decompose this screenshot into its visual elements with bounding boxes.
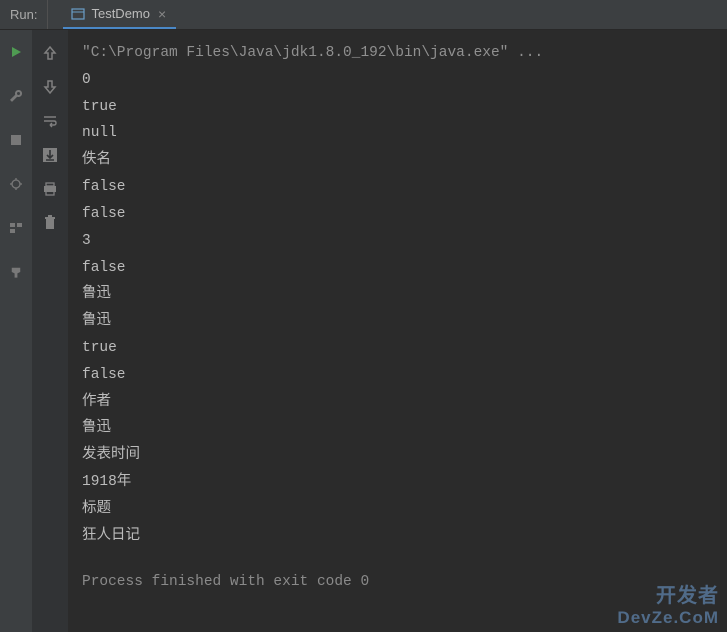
console-line: false <box>82 255 713 282</box>
layout-icon[interactable] <box>6 218 26 238</box>
console-line: 鲁迅 <box>82 281 713 308</box>
left-gutter-toolbar <box>0 30 32 632</box>
console-line: false <box>82 174 713 201</box>
console-line: true <box>82 94 713 121</box>
console-line: 狂人日记 <box>82 523 713 550</box>
bug-icon[interactable] <box>6 174 26 194</box>
console-line: 发表时间 <box>82 442 713 469</box>
tab-label: TestDemo <box>91 6 150 21</box>
console-line: false <box>82 362 713 389</box>
console-output[interactable]: "C:\Program Files\Java\jdk1.8.0_192\bin\… <box>68 30 727 632</box>
console-line: 作者 <box>82 389 713 416</box>
console-line: 鲁迅 <box>82 308 713 335</box>
console-exit-message: Process finished with exit code 0 <box>82 569 713 596</box>
application-icon <box>71 7 85 21</box>
run-label: Run: <box>0 0 48 29</box>
console-line: 鲁迅 <box>82 415 713 442</box>
console-line: 0 <box>82 67 713 94</box>
scroll-to-end-icon[interactable] <box>39 144 61 166</box>
trash-icon[interactable] <box>39 212 61 234</box>
up-arrow-icon[interactable] <box>39 42 61 64</box>
down-arrow-icon[interactable] <box>39 76 61 98</box>
run-button[interactable] <box>6 42 26 62</box>
console-line: null <box>82 120 713 147</box>
console-line: 佚名 <box>82 147 713 174</box>
main-area: "C:\Program Files\Java\jdk1.8.0_192\bin\… <box>0 30 727 632</box>
print-icon[interactable] <box>39 178 61 200</box>
console-command-line: "C:\Program Files\Java\jdk1.8.0_192\bin\… <box>82 40 713 67</box>
console-line: true <box>82 335 713 362</box>
wrench-icon[interactable] <box>6 86 26 106</box>
close-icon[interactable]: × <box>156 6 168 22</box>
run-toolwindow-header: Run: TestDemo × <box>0 0 727 30</box>
console-toolbar <box>32 30 68 632</box>
tab-testdemo[interactable]: TestDemo × <box>63 0 176 29</box>
pin-icon[interactable] <box>6 262 26 282</box>
console-line: 标题 <box>82 496 713 523</box>
console-line: 3 <box>82 228 713 255</box>
console-line: 1918年 <box>82 469 713 496</box>
console-line: false <box>82 201 713 228</box>
soft-wrap-icon[interactable] <box>39 110 61 132</box>
stop-button[interactable] <box>6 130 26 150</box>
